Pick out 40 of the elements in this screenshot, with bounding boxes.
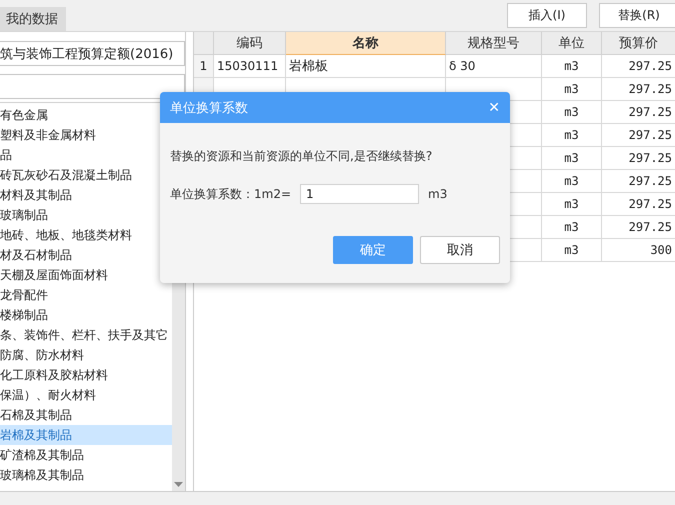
category-item[interactable]: 防腐、防水材料 (0, 345, 172, 365)
category-item[interactable]: 矿渣棉及其制品 (0, 445, 172, 465)
table-cell: m3 (542, 170, 602, 193)
category-item[interactable]: 石棉及其制品 (0, 405, 172, 425)
column-header[interactable]: 名称 (286, 32, 446, 55)
category-item[interactable]: 条、装饰件、栏杆、扶手及其它 (0, 325, 172, 345)
table-cell: m3 (542, 78, 602, 101)
category-item[interactable]: 保温）、耐火材料 (0, 385, 172, 405)
table-cell: m3 (542, 239, 602, 262)
table-cell: m3 (542, 216, 602, 239)
factor-field[interactable]: 1 (300, 184, 420, 204)
table-cell: m3 (542, 101, 602, 124)
dialog-title: 单位换算系数 (170, 100, 249, 116)
search-field[interactable] (0, 74, 185, 99)
category-item[interactable]: 化工原料及胶粘材料 (0, 365, 172, 385)
table-cell: m3 (542, 124, 602, 147)
category-item[interactable]: 玻璃棉及其制品 (0, 465, 172, 485)
category-item[interactable]: 龙骨配件 (0, 285, 172, 305)
scroll-down-icon[interactable] (174, 482, 184, 487)
table-cell: 岩棉板 (286, 55, 446, 78)
cancel-button[interactable]: 取消 (420, 236, 500, 264)
table-cell: δ 30 (446, 55, 542, 78)
tab[interactable]: 我的数据 (0, 7, 66, 31)
factor-label: 单位换算系数：1m2= (170, 186, 292, 202)
table-cell: 15030111 (214, 55, 286, 78)
library-dropdown[interactable]: 筑与装饰工程预算定额(2016) (0, 41, 185, 66)
category-item[interactable]: 楼梯制品 (0, 305, 172, 325)
dialog-message: 替换的资源和当前资源的单位不同,是否继续替换? (170, 148, 434, 165)
replace-button[interactable]: 替换(R) (599, 3, 675, 28)
category-item[interactable]: 岩棉及其制品 (0, 425, 172, 445)
insert-button[interactable]: 插入(I) (507, 3, 587, 28)
row-number[interactable]: 1 (194, 55, 214, 78)
table-cell: m3 (542, 193, 602, 216)
table-cell: m3 (542, 147, 602, 170)
table-cell: m3 (542, 55, 602, 78)
column-header[interactable]: 规格型号 (446, 32, 542, 55)
unit-label: m3 (428, 187, 448, 201)
column-header[interactable]: 预算价 (602, 32, 675, 55)
column-header[interactable]: 单位 (542, 32, 602, 55)
column-header[interactable]: 编码 (214, 32, 286, 55)
